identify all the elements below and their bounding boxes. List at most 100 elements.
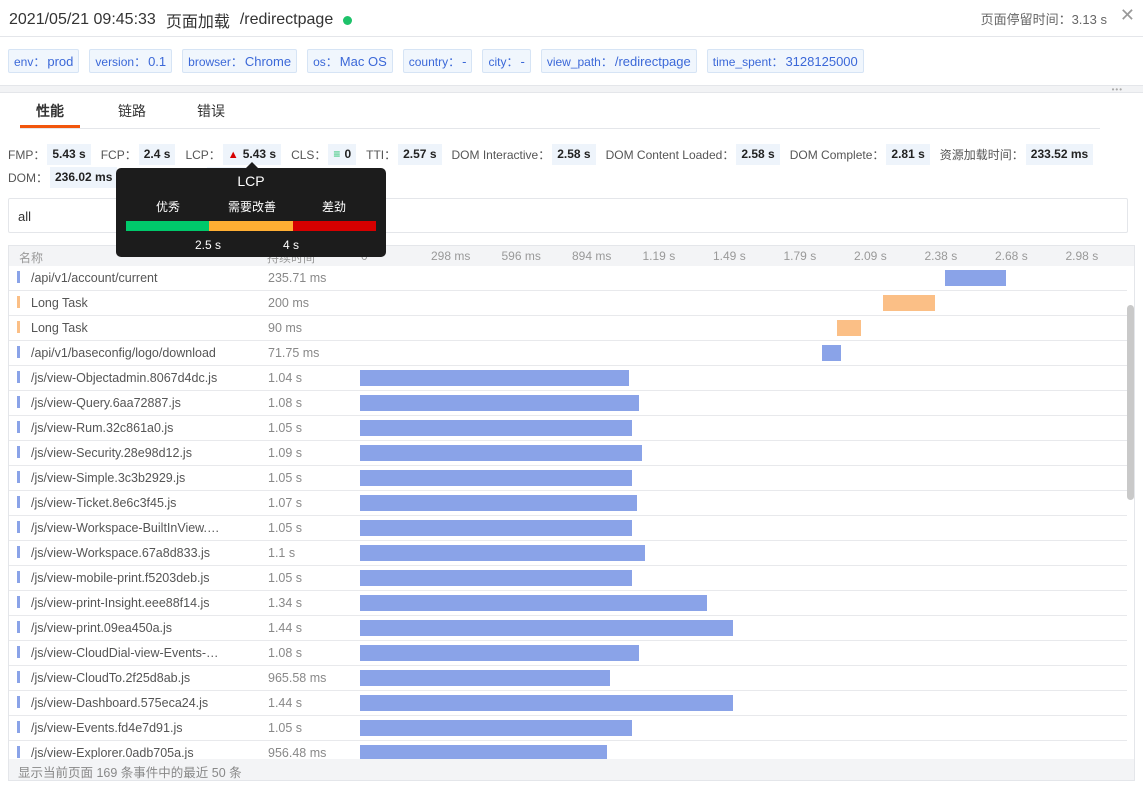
tag-view-path[interactable]: view_path：/redirectpage	[540, 49, 697, 73]
table-row[interactable]: /js/view-Simple.3c3b2929.js 1.05 s	[9, 466, 1127, 491]
timeline-bar	[883, 295, 936, 311]
tag-value: -	[520, 53, 525, 69]
metric-label: DOM Complete：	[789, 148, 885, 162]
table-row[interactable]: /api/v1/account/current 235.71 ms	[9, 266, 1127, 291]
timeline-bar	[360, 395, 640, 411]
table-row[interactable]: /js/view-Workspace-BuiltInView.… 1.05 s	[9, 516, 1127, 541]
close-icon[interactable]: ✕	[1120, 5, 1135, 26]
timeline-bar	[837, 320, 861, 336]
tag-os[interactable]: os： Mac OS	[307, 49, 393, 73]
timeline-tick: 1.19 s	[642, 249, 676, 263]
metric-value: 2.57 s	[398, 144, 442, 165]
tooltip-segment	[209, 221, 293, 231]
tag-key: env：	[14, 54, 46, 69]
row-name: /js/view-mobile-print.f5203deb.js	[31, 571, 210, 585]
type-select[interactable]: all	[18, 209, 31, 224]
status-dot-icon	[343, 15, 353, 25]
row-name: /js/view-Security.28e98d12.js	[31, 446, 192, 460]
page-title: 2021/05/21 09:45:33 页面加载 /redirectpage	[9, 8, 353, 32]
table-row[interactable]: /js/view-Query.6aa72887.js 1.08 s	[9, 391, 1127, 416]
tab-1[interactable]: 链路	[92, 94, 172, 128]
row-name: /js/view-Explorer.0adb705a.js	[31, 746, 194, 760]
row-duration: 956.48 ms	[268, 746, 327, 760]
tag-env[interactable]: env： prod	[8, 49, 80, 73]
table-row[interactable]: /api/v1/baseconfig/logo/download 71.75 ms	[9, 341, 1127, 366]
drag-handle-icon[interactable]: •••	[1112, 86, 1123, 94]
row-type-indicator	[17, 421, 20, 433]
metric-value-text: 2.58 s	[741, 147, 775, 161]
metric-value-text: 233.52 ms	[1030, 147, 1089, 161]
table-row[interactable]: /js/view-Ticket.8e6c3f45.js 1.07 s	[9, 491, 1127, 516]
row-name: /js/view-CloudDial-view-Events-…	[31, 646, 219, 660]
metric-dominteractive: DOM Interactive： 2.58 s	[452, 144, 596, 165]
table-row[interactable]: /js/view-Security.28e98d12.js 1.09 s	[9, 441, 1127, 466]
table-row[interactable]: Long Task 200 ms	[9, 291, 1127, 316]
row-duration: 1.05 s	[268, 521, 303, 535]
timeline-bar	[360, 620, 733, 636]
row-name: /js/view-Ticket.8e6c3f45.js	[31, 496, 177, 510]
timeline-tick: 2.68 s	[995, 249, 1028, 263]
metric-value: ≡ 0	[328, 144, 357, 165]
timeline-bar	[360, 495, 637, 511]
row-name: /js/view-Objectadmin.8067d4dc.js	[31, 371, 218, 385]
metric-label: TTI：	[366, 148, 397, 162]
table-row[interactable]: /js/view-print.09ea450a.js 1.44 s	[9, 616, 1127, 641]
table-row[interactable]: /js/view-Rum.32c861a0.js 1.05 s	[9, 416, 1127, 441]
tag-value: -	[462, 53, 467, 69]
tooltip-title: LCP	[237, 173, 265, 189]
row-type-indicator	[17, 646, 20, 658]
table-row[interactable]: /js/view-mobile-print.f5203deb.js 1.05 s	[9, 566, 1127, 591]
table-row[interactable]: /js/view-print-Insight.eee88f14.js 1.34 s	[9, 591, 1127, 616]
metric-label: LCP：	[185, 148, 221, 162]
row-duration: 1.09 s	[268, 446, 303, 460]
row-name: /js/view-CloudTo.2f25d8ab.js	[31, 671, 191, 685]
tag-key: version：	[95, 54, 147, 69]
tag-key: browser：	[188, 54, 243, 69]
row-type-indicator	[17, 346, 20, 358]
row-duration: 1.07 s	[268, 496, 303, 510]
stay-duration: 页面停留时间：3.13 s	[981, 9, 1107, 28]
row-name: /api/v1/baseconfig/logo/download	[31, 346, 216, 360]
waterfall-table: 名称 持续时间 0298 ms596 ms894 ms1.19 s1.49 s1…	[8, 245, 1135, 781]
timeline-bar	[360, 695, 733, 711]
table-footer: 显示当前页面 169 条事件中的最近 50 条	[9, 759, 1134, 780]
table-row[interactable]: Long Task 90 ms	[9, 316, 1127, 341]
metric-value: 2.58 s	[736, 144, 780, 165]
metric-资源加载时间: 资源加载时间： 233.52 ms	[940, 144, 1094, 165]
tag-key: os：	[313, 54, 338, 69]
table-row[interactable]: /js/view-CloudTo.2f25d8ab.js 965.58 ms	[9, 666, 1127, 691]
timeline-bar	[360, 420, 632, 436]
timeline-tick: 596 ms	[501, 249, 541, 263]
row-duration: 1.05 s	[268, 721, 303, 735]
table-row[interactable]: /js/view-CloudDial-view-Events-… 1.08 s	[9, 641, 1127, 666]
metric-value-text: 5.43 s	[52, 147, 86, 161]
table-row[interactable]: /js/view-Dashboard.575eca24.js 1.44 s	[9, 691, 1127, 716]
tab-0[interactable]: 性能	[20, 94, 80, 128]
tag-value: Mac OS	[339, 53, 387, 69]
row-name: /js/view-Workspace.67a8d833.js	[31, 546, 211, 560]
row-name: /js/view-Workspace-BuiltInView.…	[31, 521, 220, 535]
table-row[interactable]: /js/view-Events.fd4e7d91.js 1.05 s	[9, 716, 1127, 741]
metric-fcp: FCP： 2.4 s	[101, 144, 176, 165]
tag-browser[interactable]: browser： Chrome	[182, 49, 298, 73]
timeline-bar	[360, 670, 610, 686]
table-row[interactable]: /js/view-Workspace.67a8d833.js 1.1 s	[9, 541, 1127, 566]
row-name: Long Task	[31, 296, 88, 310]
row-name: /api/v1/account/current	[31, 271, 158, 285]
row-type-indicator	[17, 621, 20, 633]
tag-time-spent[interactable]: time_spent： 3128125000	[706, 49, 864, 73]
row-duration: 1.05 s	[268, 471, 303, 485]
timeline-bar	[360, 470, 632, 486]
table-row[interactable]: /js/view-Objectadmin.8067d4dc.js 1.04 s	[9, 366, 1127, 391]
tag-country[interactable]: country： -	[402, 49, 473, 73]
metric-dom: DOM： 236.02 ms	[8, 167, 118, 188]
tag-version[interactable]: version： 0.1	[89, 49, 173, 73]
row-duration: 1.44 s	[268, 696, 303, 710]
resize-divider[interactable]: •••	[0, 85, 1143, 94]
tag-city[interactable]: city： -	[482, 49, 531, 73]
column-name: 名称	[19, 251, 44, 265]
scrollbar[interactable]	[1127, 305, 1134, 500]
tab-2[interactable]: 错误	[172, 94, 250, 128]
row-name: /js/view-Rum.32c861a0.js	[31, 421, 174, 435]
row-type-indicator	[17, 746, 20, 758]
